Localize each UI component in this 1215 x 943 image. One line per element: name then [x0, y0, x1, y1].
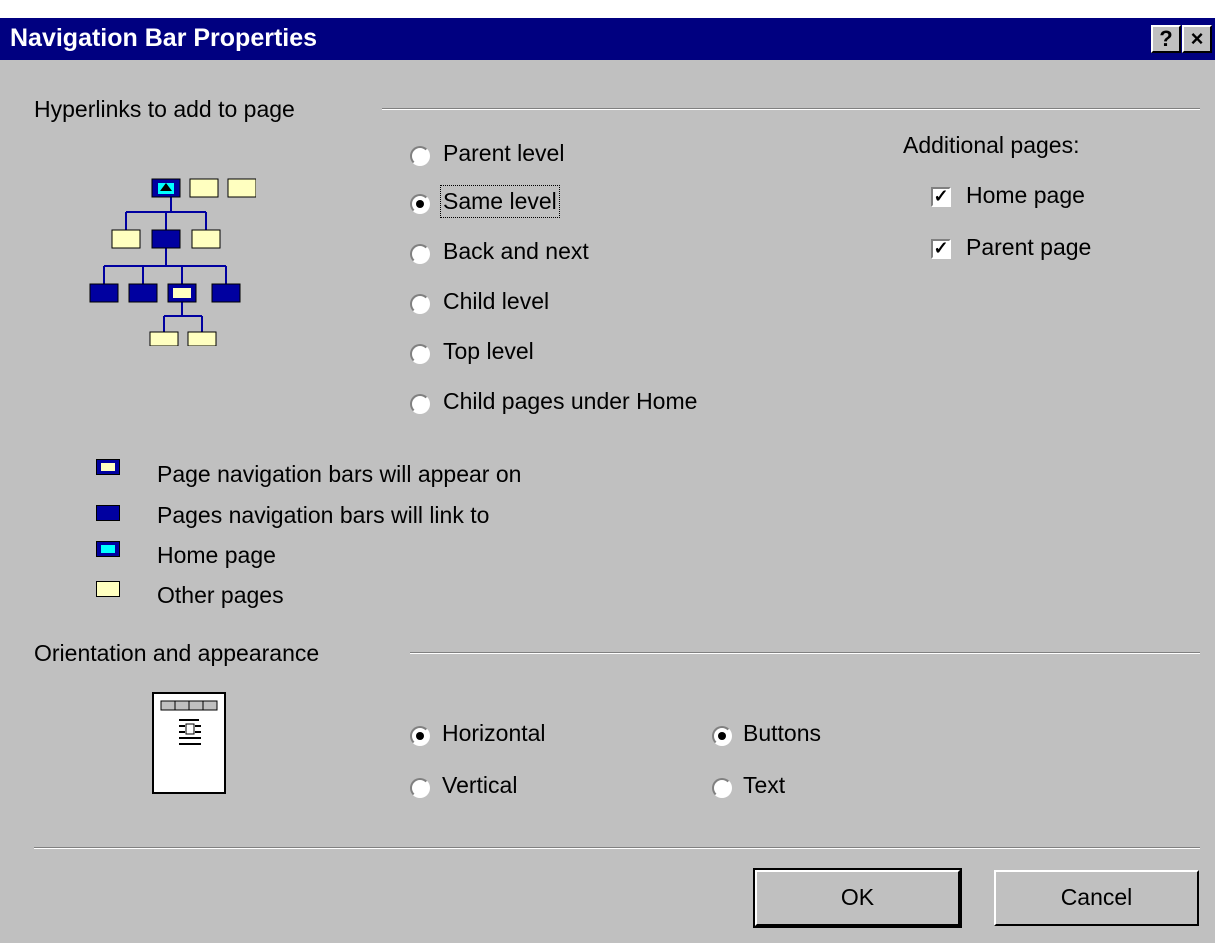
- checkbox-label[interactable]: Home page: [966, 182, 1085, 209]
- additional-pages-label: Additional pages:: [903, 132, 1080, 158]
- radio-button[interactable]: [410, 294, 430, 314]
- radio-button[interactable]: [410, 146, 430, 166]
- radio-label[interactable]: Child pages under Home: [443, 388, 697, 415]
- radio-label[interactable]: Child level: [443, 288, 549, 315]
- radio-label[interactable]: Vertical: [442, 772, 517, 799]
- radio-label[interactable]: Back and next: [443, 238, 589, 265]
- orientation-group-divider: [410, 652, 1200, 654]
- radio-button[interactable]: [410, 726, 430, 746]
- legend-label: Pages navigation bars will link to: [157, 502, 490, 528]
- radio-label[interactable]: Top level: [443, 338, 534, 365]
- current-page-icon: [96, 459, 120, 475]
- legend-label: Home page: [157, 542, 276, 568]
- ok-button[interactable]: OK: [753, 868, 962, 928]
- other-page-icon: [111, 229, 141, 249]
- radio-button[interactable]: [410, 194, 430, 214]
- home-page-icon: [151, 178, 181, 198]
- cancel-button[interactable]: Cancel: [994, 870, 1199, 926]
- footer-divider: [34, 847, 1200, 849]
- linked-page-icon: [151, 229, 181, 249]
- orientation-group-label: Orientation and appearance: [34, 640, 320, 666]
- radio-button[interactable]: [712, 778, 732, 798]
- other-page-icon: [227, 178, 256, 198]
- radio-button[interactable]: [410, 244, 430, 264]
- home-page-icon: [96, 541, 120, 557]
- linked-page-icon: [89, 283, 119, 303]
- checkbox[interactable]: ✓: [931, 239, 951, 259]
- radio-label[interactable]: Same level: [440, 185, 560, 218]
- checkbox-label[interactable]: Parent page: [966, 234, 1091, 261]
- other-page-icon: [191, 229, 221, 249]
- radio-button[interactable]: [410, 778, 430, 798]
- current-page-icon: [167, 283, 197, 303]
- linked-page-icon: [96, 505, 120, 521]
- legend-label: Other pages: [157, 582, 284, 608]
- help-button[interactable]: ?: [1151, 25, 1181, 53]
- other-page-icon: [149, 331, 179, 346]
- radio-label[interactable]: Buttons: [743, 720, 821, 747]
- linked-page-icon: [128, 283, 158, 303]
- radio-button[interactable]: [712, 726, 732, 746]
- site-hierarchy-diagram: [89, 178, 256, 346]
- legend-label: Page navigation bars will appear on: [157, 461, 522, 487]
- navigation-bar-properties-dialog: Navigation Bar Properties ? × Hyperlinks…: [0, 18, 1215, 943]
- hyperlinks-group-divider: [382, 108, 1200, 110]
- radio-label[interactable]: Parent level: [443, 140, 564, 167]
- horizontal-layout-preview-icon: [152, 692, 226, 794]
- close-button[interactable]: ×: [1182, 25, 1212, 53]
- title-bar: Navigation Bar Properties ? ×: [0, 18, 1215, 60]
- checkbox[interactable]: ✓: [931, 187, 951, 207]
- radio-label[interactable]: Horizontal: [442, 720, 546, 747]
- other-page-icon: [187, 331, 217, 346]
- linked-page-icon: [211, 283, 241, 303]
- hyperlinks-group-label: Hyperlinks to add to page: [34, 96, 295, 122]
- other-page-icon: [189, 178, 219, 198]
- dialog-title: Navigation Bar Properties: [10, 24, 318, 52]
- other-page-icon: [96, 581, 120, 597]
- radio-button[interactable]: [410, 344, 430, 364]
- radio-label[interactable]: Text: [743, 772, 785, 799]
- radio-button[interactable]: [410, 394, 430, 414]
